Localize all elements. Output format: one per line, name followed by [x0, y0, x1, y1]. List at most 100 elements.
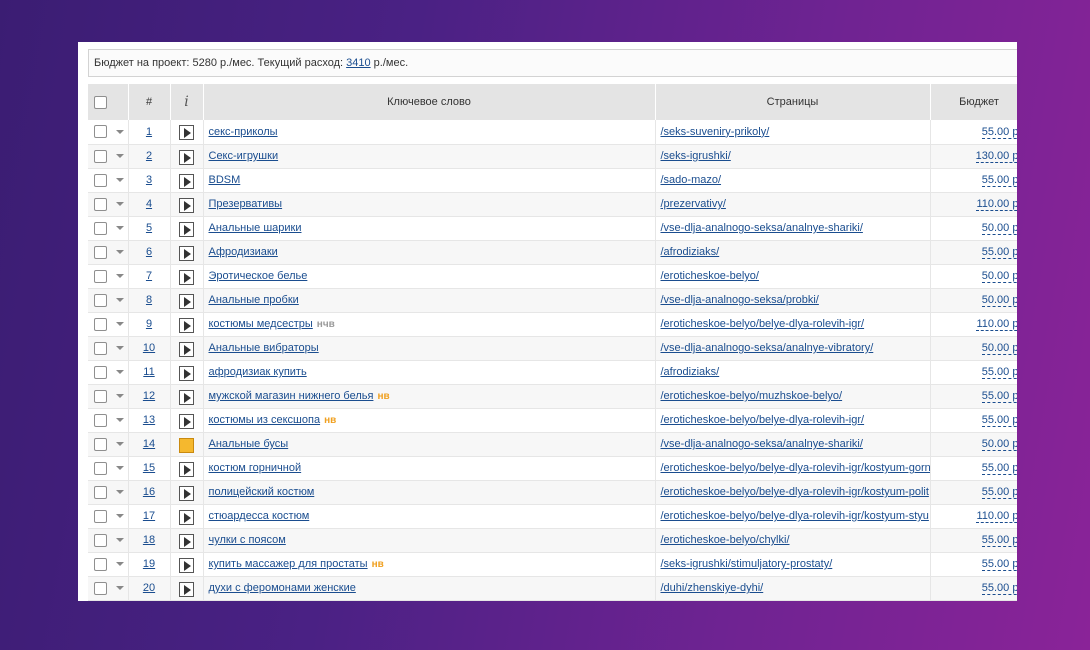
budget-value-link[interactable]: 130.00 р.	[975, 150, 1017, 163]
keyword-link[interactable]: Афродизиаки	[209, 246, 278, 258]
chevron-down-icon[interactable]	[116, 250, 124, 254]
keyword-link[interactable]: полицейский костюм	[209, 486, 315, 498]
row-number-link[interactable]: 8	[146, 294, 152, 306]
row-number-link[interactable]: 17	[143, 510, 155, 522]
page-link[interactable]: /vse-dlja-analnogo-seksa/analnye-shariki…	[661, 438, 863, 450]
play-icon[interactable]	[179, 269, 194, 285]
budget-value-link[interactable]: 50.00 р.	[981, 438, 1017, 451]
column-header-keyword[interactable]: Ключевое слово	[203, 84, 656, 120]
chevron-down-icon[interactable]	[116, 562, 124, 566]
row-checkbox[interactable]	[94, 365, 107, 379]
row-number-link[interactable]: 20	[143, 582, 155, 594]
chevron-down-icon[interactable]	[116, 466, 124, 470]
play-icon[interactable]	[179, 389, 194, 405]
play-icon[interactable]	[179, 245, 194, 261]
page-link[interactable]: /eroticheskoe-belyo/belye-dlya-rolevih-i…	[661, 486, 929, 498]
budget-value-link[interactable]: 55.00 р.	[981, 462, 1017, 475]
play-icon[interactable]	[179, 125, 194, 141]
row-checkbox[interactable]	[94, 557, 107, 571]
keyword-link[interactable]: афродизиак купить	[209, 366, 307, 378]
chevron-down-icon[interactable]	[116, 202, 124, 206]
chevron-down-icon[interactable]	[116, 514, 124, 518]
keyword-link[interactable]: духи с феромонами женские	[209, 582, 356, 594]
row-number-link[interactable]: 18	[143, 534, 155, 546]
play-icon[interactable]	[179, 197, 194, 213]
budget-value-link[interactable]: 50.00 р.	[981, 222, 1017, 235]
play-icon[interactable]	[179, 533, 194, 549]
page-link[interactable]: /vse-dlja-analnogo-seksa/probki/	[661, 294, 819, 306]
page-link[interactable]: /eroticheskoe-belyo/belye-dlya-rolevih-i…	[661, 510, 929, 522]
page-link[interactable]: /vse-dlja-analnogo-seksa/analnye-vibrato…	[661, 342, 874, 354]
budget-value-link[interactable]: 110.00 р.	[976, 510, 1017, 523]
row-number-link[interactable]: 5	[146, 222, 152, 234]
chevron-down-icon[interactable]	[116, 418, 124, 422]
budget-value-link[interactable]: 55.00 р.	[981, 534, 1017, 547]
row-checkbox[interactable]	[94, 317, 107, 331]
row-checkbox[interactable]	[94, 293, 107, 307]
keyword-link[interactable]: стюардесса костюм	[209, 510, 310, 522]
keyword-link[interactable]: Секс-игрушки	[209, 150, 279, 162]
play-icon[interactable]	[179, 557, 194, 573]
play-icon[interactable]	[179, 293, 194, 309]
chevron-down-icon[interactable]	[116, 442, 124, 446]
page-link[interactable]: /afrodiziaks/	[661, 366, 720, 378]
budget-value-link[interactable]: 55.00 р.	[981, 582, 1017, 595]
keyword-link[interactable]: чулки с поясом	[209, 534, 286, 546]
keyword-link[interactable]: купить массажер для простаты	[209, 558, 368, 570]
keyword-link[interactable]: BDSM	[209, 174, 241, 186]
chevron-down-icon[interactable]	[116, 298, 124, 302]
row-checkbox[interactable]	[94, 221, 107, 235]
page-link[interactable]: /seks-suveniry-prikoly/	[661, 126, 770, 138]
chevron-down-icon[interactable]	[116, 154, 124, 158]
budget-value-link[interactable]: 55.00 р.	[981, 125, 1017, 139]
chevron-down-icon[interactable]	[116, 490, 124, 494]
keyword-link[interactable]: костюм горничной	[209, 462, 302, 474]
row-number-link[interactable]: 3	[146, 174, 152, 186]
keyword-link[interactable]: Анальные пробки	[209, 294, 299, 306]
chevron-down-icon[interactable]	[116, 274, 124, 278]
keyword-link[interactable]: костюмы из сексшопа	[209, 414, 321, 426]
budget-value-link[interactable]: 110.00 р.	[976, 198, 1017, 211]
play-icon[interactable]	[179, 317, 194, 333]
play-icon[interactable]	[179, 581, 194, 597]
row-checkbox[interactable]	[94, 197, 107, 211]
page-link[interactable]: /eroticheskoe-belyo/belye-dlya-rolevih-i…	[661, 462, 930, 474]
row-checkbox[interactable]	[94, 245, 107, 259]
budget-value-link[interactable]: 55.00 р.	[981, 558, 1017, 571]
chevron-down-icon[interactable]	[116, 322, 124, 326]
budget-value-link[interactable]: 55.00 р.	[981, 486, 1017, 499]
page-link[interactable]: /eroticheskoe-belyo/muzhskoe-belyo/	[661, 390, 843, 402]
play-icon[interactable]	[179, 461, 194, 477]
page-link[interactable]: /afrodiziaks/	[661, 246, 720, 258]
row-number-link[interactable]: 12	[143, 390, 155, 402]
play-icon[interactable]	[179, 149, 194, 165]
budget-value-link[interactable]: 55.00 р.	[981, 174, 1017, 187]
budget-value-link[interactable]: 55.00 р.	[981, 246, 1017, 259]
column-header-budget[interactable]: Бюджет	[930, 84, 1017, 120]
budget-value-link[interactable]: 55.00 р.	[981, 414, 1017, 427]
row-number-link[interactable]: 9	[146, 318, 152, 330]
row-number-link[interactable]: 1	[146, 126, 152, 138]
chevron-down-icon[interactable]	[116, 586, 124, 590]
column-header-num[interactable]: #	[128, 84, 171, 120]
chevron-down-icon[interactable]	[116, 346, 124, 350]
page-link[interactable]: /eroticheskoe-belyo/	[661, 270, 759, 282]
budget-value-link[interactable]: 55.00 р.	[981, 390, 1017, 403]
page-link[interactable]: /sado-mazo/	[661, 174, 722, 186]
row-checkbox[interactable]	[94, 149, 107, 163]
row-number-link[interactable]: 2	[146, 150, 152, 162]
budget-value-link[interactable]: 110.00 р.	[976, 318, 1017, 331]
page-link[interactable]: /vse-dlja-analnogo-seksa/analnye-shariki…	[661, 222, 863, 234]
row-checkbox[interactable]	[94, 173, 107, 187]
page-link[interactable]: /prezervativy/	[661, 198, 726, 210]
row-checkbox[interactable]	[94, 437, 107, 451]
row-number-link[interactable]: 14	[143, 438, 155, 450]
row-number-link[interactable]: 7	[146, 270, 152, 282]
keyword-link[interactable]: Анальные шарики	[209, 222, 302, 234]
row-checkbox[interactable]	[94, 269, 107, 283]
row-checkbox[interactable]	[94, 461, 107, 475]
play-icon[interactable]	[179, 413, 194, 429]
keyword-link[interactable]: секс-приколы	[209, 126, 278, 138]
page-link[interactable]: /seks-igrushki/	[661, 150, 731, 162]
chevron-down-icon[interactable]	[116, 538, 124, 542]
